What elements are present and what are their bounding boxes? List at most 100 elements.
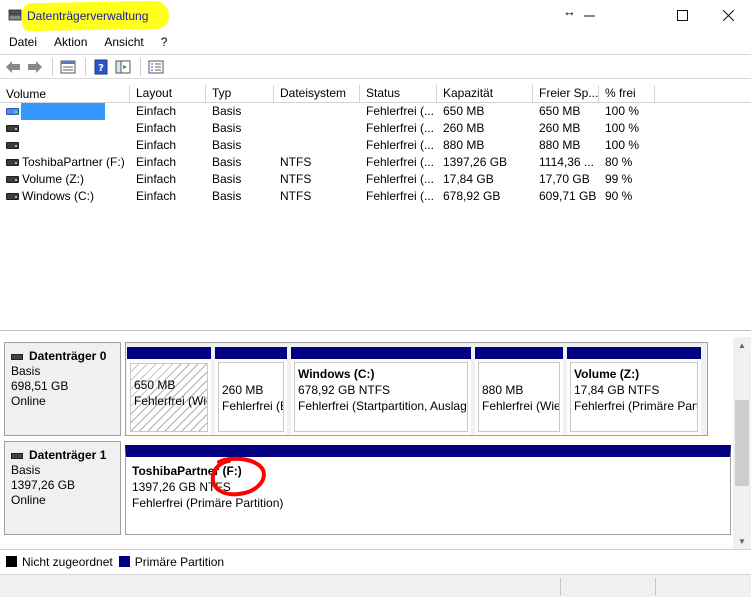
cell-percent-free: 100 %: [605, 138, 640, 152]
legend: Nicht zugeordnet Primäre Partition: [0, 549, 751, 573]
cell-status: Fehlerfrei (...: [366, 155, 435, 169]
menu-help[interactable]: ?: [152, 35, 176, 49]
disk-management-app-icon: [8, 9, 22, 21]
cell-percent-free: 80 %: [605, 155, 633, 169]
cell-free-space: 17,70 GB: [539, 172, 590, 186]
partition-status: Fehlerfrei (E: [222, 399, 284, 413]
cell-filesystem: [274, 120, 360, 137]
back-button[interactable]: [4, 58, 22, 76]
volume-list: Volume Layout Typ Dateisystem Status Kap…: [0, 85, 751, 331]
scroll-up-icon[interactable]: ▲: [733, 337, 751, 353]
disk-0-type: Basis: [11, 364, 41, 378]
partition-volume-z[interactable]: Volume (Z:) 17,84 GB NTFS Fehlerfrei (Pr…: [567, 347, 701, 435]
partition-status: Fehlerfrei (Wie: [134, 394, 208, 408]
table-row[interactable]: Einfach Basis Fehlerfrei (... 260 MB 260…: [0, 120, 751, 137]
disk-0-state: Online: [11, 394, 46, 408]
maximize-button[interactable]: [659, 0, 705, 30]
cell-type: Basis: [212, 138, 242, 152]
close-button[interactable]: [705, 0, 751, 30]
cell-type: Basis: [212, 172, 242, 186]
cell-filesystem: NTFS: [280, 172, 312, 186]
table-row[interactable]: Windows (C:) Einfach Basis NTFS Fehlerfr…: [0, 188, 751, 205]
toolbar-separator: [52, 57, 53, 76]
cell-percent-free: 90 %: [605, 189, 633, 203]
partition-size: 678,92 GB NTFS: [298, 383, 391, 397]
disk-0-title: Datenträger 0: [29, 349, 107, 363]
cell-free-space: 1114,36 ...: [539, 155, 594, 169]
cell-status: Fehlerfrei (...: [366, 104, 435, 118]
cell-filesystem: [274, 103, 360, 120]
scroll-down-icon[interactable]: ▼: [733, 533, 751, 549]
partition-efi-260mb[interactable]: 260 MB Fehlerfrei (E: [215, 347, 287, 435]
legend-label-unallocated: Nicht zugeordnet: [22, 554, 113, 569]
column-header-volume[interactable]: Volume: [0, 85, 130, 103]
disk-1-title: Datenträger 1: [29, 448, 107, 462]
column-header-percent-free[interactable]: % frei: [599, 85, 655, 103]
column-header-free-space[interactable]: Freier Sp...: [533, 85, 599, 103]
disk-icon: [11, 452, 23, 459]
cell-type: Basis: [212, 121, 242, 135]
cell-layout: Einfach: [136, 104, 177, 118]
disk-1-partitions: ToshibaPartner (F:) 1397,26 GB NTFS Fehl…: [125, 441, 733, 535]
cell-capacity: 678,92 GB: [443, 189, 501, 203]
cell-status: Fehlerfrei (...: [366, 121, 435, 135]
volume-icon: [6, 108, 19, 115]
list-header: Volume Layout Typ Dateisystem Status Kap…: [0, 85, 751, 103]
cell-type: Basis: [212, 155, 242, 169]
partition-recovery-880mb[interactable]: 880 MB Fehlerfrei (Wie: [475, 347, 563, 435]
menu-datei[interactable]: Datei: [0, 35, 45, 49]
disk-1-size: 1397,26 GB: [11, 478, 76, 492]
legend-swatch-primary: [118, 556, 130, 567]
partition-size: 650 MB: [134, 378, 176, 392]
cell-type: Basis: [212, 104, 242, 118]
volume-icon: [6, 125, 19, 132]
legend-label-primary: Primäre Partition: [134, 554, 225, 569]
help-icon: ?: [94, 59, 108, 74]
partition-recovery-650mb[interactable]: 650 MB Fehlerfrei (Wie: [127, 347, 211, 435]
view-button[interactable]: [147, 58, 165, 76]
scrollbar-thumb[interactable]: [735, 400, 749, 486]
volume-icon: [6, 176, 19, 183]
partition-name: Volume (Z:): [574, 367, 640, 381]
toolbar-separator: [85, 57, 86, 76]
properties-button[interactable]: [59, 58, 77, 76]
menu-aktion[interactable]: Aktion: [45, 35, 95, 49]
table-row[interactable]: Einfach Basis Fehlerfrei (... 650 MB 650…: [0, 103, 751, 120]
cell-capacity: 880 MB: [443, 138, 485, 152]
status-bar: [0, 574, 751, 597]
partition-name: [222, 366, 283, 382]
vertical-scrollbar[interactable]: ▲ ▼: [733, 337, 751, 549]
column-header-type[interactable]: Typ: [206, 85, 274, 103]
column-header-status[interactable]: Status: [360, 85, 437, 103]
help-button[interactable]: ?: [92, 58, 110, 76]
disk-graphical-view: Datenträger 0 Basis 698,51 GB Online 650…: [0, 337, 733, 547]
cell-capacity: 650 MB: [443, 104, 485, 118]
table-row[interactable]: Volume (Z:) Einfach Basis NTFS Fehlerfre…: [0, 171, 751, 188]
svg-text:?: ?: [98, 63, 104, 74]
menu-ansicht[interactable]: Ansicht: [95, 35, 151, 49]
minimize-button[interactable]: [566, 0, 612, 30]
disk-0-label[interactable]: Datenträger 0 Basis 698,51 GB Online: [4, 342, 121, 436]
view-icon: [148, 60, 164, 73]
cell-free-space: 609,71 GB: [539, 189, 597, 203]
cell-percent-free: 99 %: [605, 172, 633, 186]
selected-volume-highlight[interactable]: [21, 103, 105, 120]
title-bar: Datenträgerverwaltung ↔: [0, 0, 751, 32]
column-header-layout[interactable]: Layout: [130, 85, 206, 103]
cell-layout: Einfach: [136, 189, 177, 203]
disk-1-label[interactable]: Datenträger 1 Basis 1397,26 GB Online: [4, 441, 121, 535]
cell-percent-free: 100 %: [605, 104, 640, 118]
column-header-capacity[interactable]: Kapazität: [437, 85, 533, 103]
cell-status: Fehlerfrei (...: [366, 138, 435, 152]
cell-capacity: 17,84 GB: [443, 172, 494, 186]
disk-1-type: Basis: [11, 463, 41, 477]
cell-volume: Volume (Z:): [22, 172, 85, 186]
table-row[interactable]: ToshibaPartner (F:) Einfach Basis NTFS F…: [0, 154, 751, 171]
disk-icon: [11, 353, 23, 360]
column-header-filesystem[interactable]: Dateisystem: [274, 85, 360, 103]
cell-layout: Einfach: [136, 121, 177, 135]
partition-windows-c[interactable]: Windows (C:) 678,92 GB NTFS Fehlerfrei (…: [291, 347, 471, 435]
table-row[interactable]: Einfach Basis Fehlerfrei (... 880 MB 880…: [0, 137, 751, 154]
forward-button[interactable]: [26, 58, 44, 76]
console-tree-button[interactable]: [114, 58, 132, 76]
